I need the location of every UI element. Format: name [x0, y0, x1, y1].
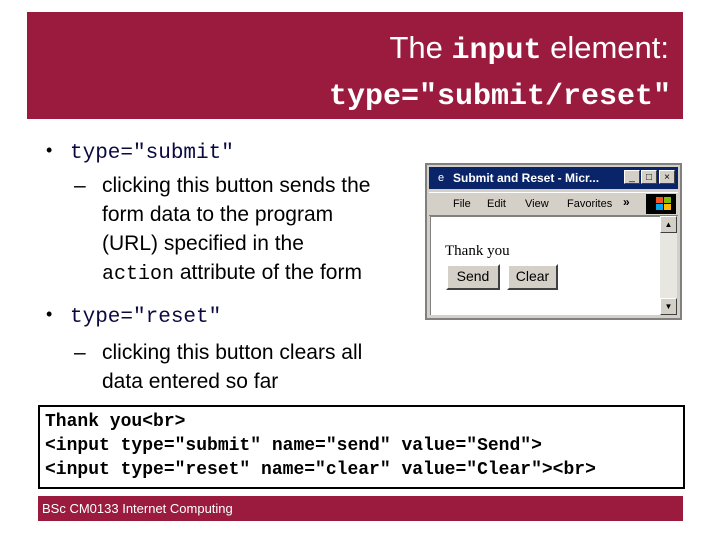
sub-text: clicking this button sends the [102, 174, 371, 197]
menu-edit[interactable]: Edit [487, 198, 506, 210]
bullet-code: type="submit" [70, 142, 234, 165]
bullet-dot: • [46, 140, 53, 160]
browser-titlebar: e Submit and Reset - Micr... _ □ × [429, 167, 678, 189]
title-code: input [451, 34, 542, 68]
sub-line: (URL) specified in the [102, 232, 304, 255]
sub-line: – clicking this button clears all [74, 338, 362, 367]
close-button[interactable]: × [659, 170, 675, 184]
thank-you-text: Thank you [445, 243, 510, 259]
browser-menubar: File Edit View Favorites » [429, 192, 678, 216]
sub-code: action [102, 263, 175, 286]
maximize-button[interactable]: □ [641, 170, 657, 184]
menu-view[interactable]: View [525, 198, 549, 210]
sub-bullet-reset: – clicking this button clears all data en… [74, 338, 362, 396]
sub-line: data entered so far [102, 370, 279, 393]
sub-text: attribute of the form [174, 261, 362, 284]
send-button[interactable]: Send [446, 264, 500, 290]
sub-bullet-submit: – clicking this button sends the form dat… [74, 171, 371, 289]
sub-dash: – [74, 341, 86, 364]
title-suffix: element: [541, 30, 669, 65]
bullet-reset: • type="reset" [46, 302, 221, 329]
title-line-2: type="submit/reset" [328, 80, 671, 114]
vertical-scrollbar[interactable]: ▲ ▼ [660, 216, 677, 315]
menu-more-chevron-icon[interactable]: » [623, 195, 630, 209]
footer-bar: BSc CM0133 Internet Computing [38, 496, 683, 521]
bullet-code: type="reset" [70, 306, 222, 329]
footer-text: BSc CM0133 Internet Computing [42, 501, 233, 516]
sub-text: clicking this button clears all [102, 341, 363, 364]
minimize-button[interactable]: _ [624, 170, 640, 184]
code-example: Thank you<br> <input type="submit" name=… [38, 405, 685, 489]
sub-line: form data to the program [102, 203, 334, 226]
code-line: <input type="reset" name="clear" value="… [45, 460, 596, 480]
sub-line: – clicking this button sends the [74, 171, 371, 200]
bullet-dot: • [46, 304, 53, 324]
menu-file[interactable]: File [453, 198, 471, 210]
title-banner: The input element: type="submit/reset" [27, 12, 683, 119]
bullet-submit: • type="submit" [46, 138, 234, 165]
clear-button[interactable]: Clear [507, 264, 558, 290]
code-line: <input type="submit" name="send" value="… [45, 436, 542, 456]
title-line-1: The input element: [389, 30, 669, 68]
ie-icon: e [437, 172, 445, 184]
menu-favorites[interactable]: Favorites [567, 198, 612, 210]
scroll-up-icon[interactable]: ▲ [660, 216, 677, 233]
browser-content: Thank you Send Clear [430, 216, 661, 315]
windows-logo-icon [646, 194, 676, 214]
title-prefix: The [389, 30, 452, 65]
scroll-down-icon[interactable]: ▼ [660, 298, 677, 315]
browser-title: Submit and Reset - Micr... [453, 171, 600, 185]
browser-window: e Submit and Reset - Micr... _ □ × File … [425, 163, 682, 320]
sub-dash: – [74, 174, 86, 197]
code-line: Thank you<br> [45, 412, 186, 432]
sub-line: action attribute of the form [74, 258, 371, 289]
